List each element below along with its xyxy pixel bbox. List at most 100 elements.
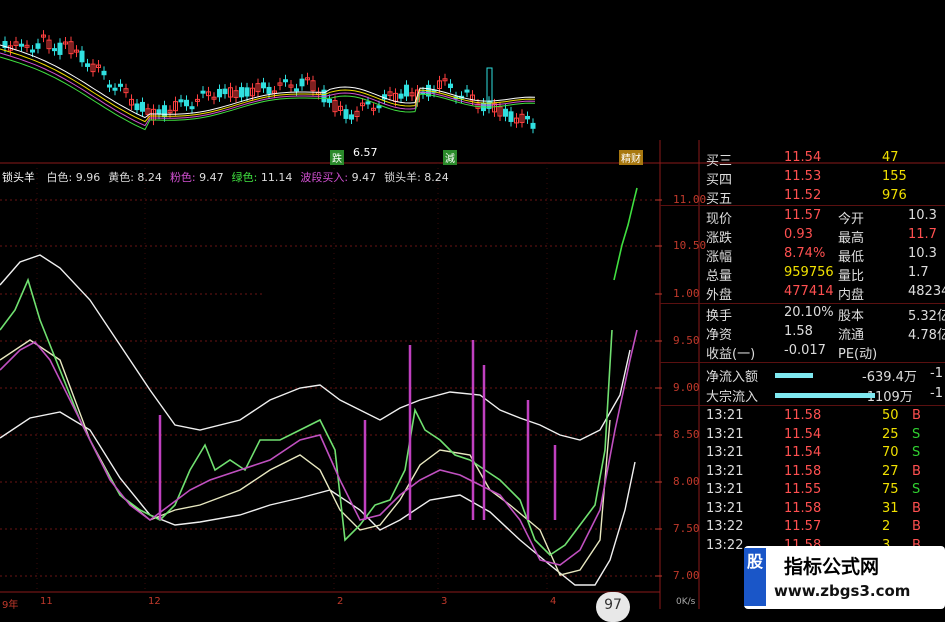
tick-side: B — [912, 408, 921, 423]
stat-label: 净资 — [706, 328, 733, 343]
indicator-item-value: 9.47 — [348, 171, 377, 184]
candle-body — [178, 99, 184, 103]
time-tick: 2 — [337, 596, 344, 607]
bid-label: 买三 — [706, 154, 733, 169]
tick-price: 11.58 — [784, 408, 822, 423]
indicator-item-value: 8.24 — [133, 171, 162, 184]
quote-separator — [660, 405, 945, 406]
stat-label: 涨跌 — [706, 231, 733, 246]
candle-body — [222, 88, 228, 95]
stat-label: 股本 — [838, 309, 865, 324]
candle-body — [217, 88, 222, 98]
indicator-item-label: 绿色: — [231, 171, 258, 184]
candle-body — [101, 70, 107, 76]
candle-body — [343, 109, 349, 119]
watermark-banner: 股 指标公式网 www.zbgs3.com — [744, 546, 945, 609]
low-price-label: 6.57 — [353, 146, 378, 159]
stat-value: 1.7 — [908, 265, 929, 280]
price-tick: 10.50 — [673, 239, 707, 252]
indicator-item: 锁头羊: 8.24 — [384, 171, 449, 184]
tick-side: S — [912, 482, 921, 497]
tick-price: 11.54 — [784, 445, 822, 460]
flow-extra: -1 — [930, 366, 943, 381]
tick-side: S — [912, 426, 921, 442]
candle-body — [79, 50, 85, 63]
candle-body — [294, 88, 299, 92]
candle-body — [118, 83, 123, 87]
stat-label: 量比 — [838, 269, 865, 284]
stat-value: 959756 — [784, 265, 834, 280]
tick-time: 13:22 — [706, 537, 744, 553]
stat-value: 4.78亿 — [908, 328, 945, 343]
stat-value: 11.7 — [908, 227, 937, 242]
indicator-item: 黄色: 8.24 — [108, 171, 162, 184]
indicator-item: 波段买入: 9.47 — [300, 171, 376, 184]
candle-body — [349, 114, 354, 120]
stat-value: -0.017 — [784, 343, 826, 358]
candle-body — [398, 93, 404, 99]
flow-bar — [775, 393, 875, 398]
candle-body — [19, 43, 24, 47]
indicator-item: 绿色: 11.14 — [232, 171, 293, 184]
stat-label: 流通 — [838, 328, 865, 343]
candle-body — [57, 42, 63, 55]
time-tick: 3 — [441, 596, 448, 607]
indicator-header: 锁头羊 白色: 9.96 黄色: 8.24 粉色: 9.47 绿色: 11.14 波段买… — [2, 169, 449, 185]
candle-body — [140, 101, 145, 112]
tick-price: 11.58 — [784, 463, 822, 479]
candle-body — [200, 90, 206, 94]
tick-price: 11.57 — [784, 519, 822, 534]
purple-line — [0, 329, 638, 566]
stat-label: 内盘 — [838, 288, 865, 303]
bid-volume: 155 — [882, 169, 907, 184]
tick-price: 11.54 — [784, 426, 822, 442]
bid-price: 11.53 — [784, 169, 822, 184]
stat-value: 0.93 — [784, 227, 813, 242]
watermark-logo: 股 — [744, 548, 766, 606]
price-tick: 9.00 — [673, 381, 700, 394]
tick-volume: 70 — [882, 445, 899, 460]
candle-body — [134, 103, 140, 111]
tag-right[interactable]: 精财 — [619, 150, 643, 165]
tick-price: 11.58 — [784, 500, 822, 516]
candle-body — [189, 106, 195, 110]
tick-side: B — [912, 519, 921, 534]
stat-label: 收益(一) — [706, 347, 756, 362]
stat-value: 1.58 — [784, 324, 813, 339]
stat-label: 外盘 — [706, 288, 733, 303]
candle-body — [508, 111, 514, 122]
indicator-item-label: 波段买入: — [300, 171, 349, 184]
flow-label: 大宗流入 — [706, 390, 759, 405]
watermark-url: www.zbgs3.com — [774, 582, 911, 600]
bid-volume: 47 — [882, 150, 899, 165]
candle-body — [107, 84, 112, 88]
time-tick: 11 — [40, 596, 53, 607]
candle-body — [239, 87, 244, 98]
candle-body — [404, 84, 409, 97]
quote-separator — [660, 303, 945, 304]
flow-label: 净流入额 — [706, 370, 759, 385]
flow-value: -639.4万 — [862, 370, 917, 385]
tag-down[interactable]: 跌 — [330, 150, 344, 165]
stat-value: 10.3 — [908, 208, 937, 223]
indicator-item: 粉色: 9.47 — [170, 171, 224, 184]
tick-time: 13:21 — [706, 482, 744, 497]
indicator-item-label: 白色: — [46, 171, 73, 184]
watermark-title: 指标公式网 — [784, 556, 880, 578]
bid-label: 买四 — [706, 173, 733, 188]
bid-price: 11.54 — [784, 150, 822, 165]
green-line-tail — [613, 187, 638, 281]
tick-volume: 31 — [882, 500, 899, 516]
flow-extra: -1 — [930, 386, 943, 401]
time-tick: 12 — [148, 596, 161, 607]
white-band-mid — [0, 339, 611, 576]
tick-volume: 2 — [882, 519, 891, 534]
rate-indicator: 0K/s — [676, 597, 696, 607]
candle-body — [448, 83, 453, 89]
stat-value: 48234 — [908, 284, 945, 299]
speed-indicator: 97 — [596, 592, 630, 622]
price-tick: 9.50 — [673, 334, 700, 347]
tick-time: 13:21 — [706, 500, 744, 516]
tick-volume: 25 — [882, 426, 899, 442]
tag-mid[interactable]: 減 — [443, 150, 457, 165]
